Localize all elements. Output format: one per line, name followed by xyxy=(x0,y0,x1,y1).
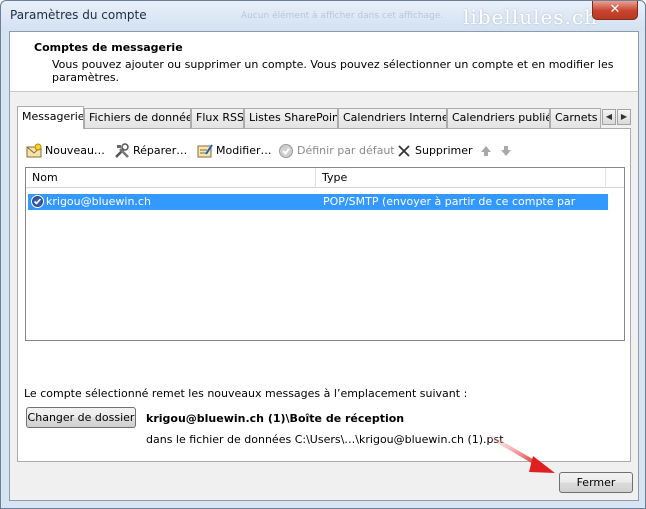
edit-card-icon xyxy=(197,143,213,159)
change-folder-button[interactable]: Changer de dossier xyxy=(26,407,136,428)
account-name-cell: krigou@bluewin.ch xyxy=(28,194,317,210)
envelope-new-icon xyxy=(26,143,42,159)
accounts-list-header: Nom Type xyxy=(26,168,624,188)
tab-calendriers-publies[interactable]: Calendriers publiés xyxy=(447,108,550,128)
tab-listes-sharepoint[interactable]: Listes SharePoint xyxy=(244,108,338,128)
tab-scroll-right-icon[interactable]: ▶ xyxy=(617,109,631,125)
tab-fichiers-de-donnees[interactable]: Fichiers de données xyxy=(84,108,191,128)
tab-flux-rss[interactable]: Flux RSS xyxy=(191,108,244,128)
account-row[interactable]: krigou@bluewin.ch POP/SMTP (envoyer à pa… xyxy=(28,194,608,223)
tab-scroll-left-icon[interactable]: ◀ xyxy=(602,109,616,125)
title-bar[interactable]: Paramètres du compte Aucun élément à aff… xyxy=(1,1,645,31)
change-account-button[interactable]: Modifier… xyxy=(197,141,271,161)
account-toolbar: Nouveau… Réparer… Modifier… Définir par … xyxy=(26,141,622,161)
tab-page-messagerie: Nouveau… Réparer… Modifier… Définir par … xyxy=(17,128,631,462)
accounts-list[interactable]: Nom Type krigou@bluewin.ch POP/SMTP (env… xyxy=(25,167,625,341)
change-account-label: Modifier… xyxy=(216,144,272,157)
new-account-label: Nouveau… xyxy=(45,144,105,157)
tab-strip: Messagerie Fichiers de données Flux RSS … xyxy=(17,106,633,129)
arrow-up-icon xyxy=(478,143,494,159)
delete-x-icon xyxy=(396,143,412,159)
move-down-button[interactable] xyxy=(498,141,514,161)
header-description: Vous pouvez ajouter ou supprimer un comp… xyxy=(52,58,614,84)
tab-messagerie[interactable]: Messagerie xyxy=(17,106,84,129)
tools-icon xyxy=(114,143,130,159)
set-default-label: Définir par défaut xyxy=(297,144,395,157)
tab-calendriers-internet[interactable]: Calendriers Internet xyxy=(338,108,447,128)
set-default-button[interactable]: Définir par défaut xyxy=(278,141,395,161)
header-panel: Comptes de messagerie Vous pouvez ajoute… xyxy=(10,32,638,92)
default-check-icon xyxy=(278,143,294,159)
arrow-down-icon xyxy=(498,143,514,159)
account-settings-window: Paramètres du compte Aucun élément à aff… xyxy=(0,0,646,509)
move-up-button[interactable] xyxy=(478,141,494,161)
account-name: krigou@bluewin.ch xyxy=(46,195,151,208)
annotation-arrow-icon xyxy=(489,435,555,473)
background-faded-text: Aucun élément à afficher dans cet affich… xyxy=(241,11,444,21)
header-title: Comptes de messagerie xyxy=(34,41,183,54)
delivery-location-info: Le compte sélectionné remet les nouveaux… xyxy=(24,387,468,400)
close-button[interactable]: Fermer xyxy=(559,472,633,493)
delete-account-button[interactable]: Supprimer xyxy=(396,141,473,161)
delete-account-label: Supprimer xyxy=(415,144,473,157)
column-header-type[interactable]: Type xyxy=(316,168,606,188)
account-type: POP/SMTP (envoyer à partir de ce compte … xyxy=(317,194,608,223)
tab-carnets-adresses[interactable]: Carnets d'adresses xyxy=(550,108,601,128)
repair-account-label: Réparer… xyxy=(133,144,188,157)
window-title: Paramètres du compte xyxy=(10,8,147,22)
new-account-button[interactable]: Nouveau… xyxy=(26,141,105,161)
default-account-check-icon xyxy=(31,195,44,208)
dialog-client-area: Comptes de messagerie Vous pouvez ajoute… xyxy=(9,31,639,501)
delivery-data-file: dans le fichier de données C:\Users\…\kr… xyxy=(146,433,504,446)
delivery-folder-path: krigou@bluewin.ch (1)\Boîte de réception xyxy=(146,412,405,425)
repair-account-button[interactable]: Réparer… xyxy=(114,141,187,161)
column-header-name[interactable]: Nom xyxy=(26,168,316,188)
watermark-logo: libellules.ch xyxy=(463,5,599,29)
window-close-button[interactable]: ✕ xyxy=(592,1,638,20)
